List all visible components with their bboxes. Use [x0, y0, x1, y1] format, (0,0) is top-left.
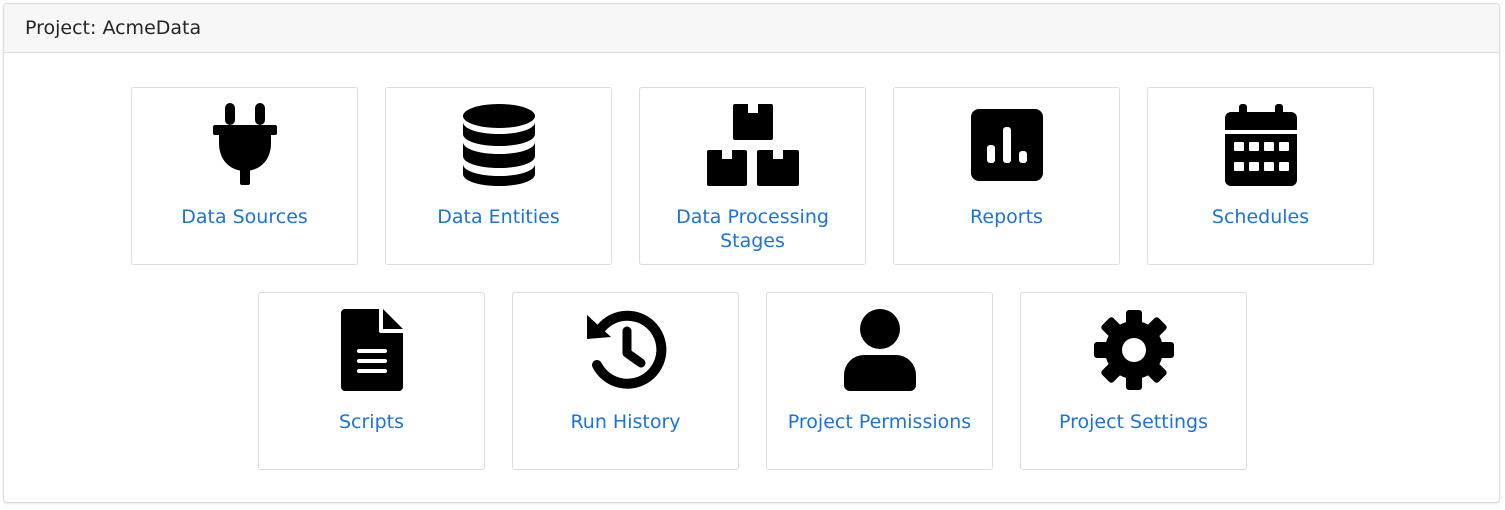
file-lines-icon — [259, 307, 484, 393]
tile-schedules[interactable]: Schedules — [1147, 87, 1374, 265]
tile-data-processing-stages[interactable]: Data Processing Stages — [639, 87, 866, 265]
tile-label: Data Sources — [181, 206, 308, 228]
tile-scripts[interactable]: Scripts — [258, 292, 485, 470]
tile-project-settings[interactable]: Project Settings — [1020, 292, 1247, 470]
gear-icon — [1021, 307, 1246, 393]
tile-label: Project Settings — [1059, 411, 1208, 433]
clock-rotate-left-icon — [513, 307, 738, 393]
tile-label: Data Processing Stages — [676, 206, 829, 252]
project-card: Project: AcmeData Data Sources Data Enti… — [3, 3, 1500, 503]
tile-reports[interactable]: Reports — [893, 87, 1120, 265]
tile-project-permissions[interactable]: Project Permissions — [766, 292, 993, 470]
tile-label: Schedules — [1211, 206, 1310, 228]
tile-label: Scripts — [338, 411, 404, 433]
database-icon — [386, 102, 611, 188]
tile-label: Reports — [970, 206, 1043, 228]
card-header: Project: AcmeData — [4, 4, 1499, 53]
plug-icon — [132, 102, 357, 188]
calendar-icon — [1148, 102, 1373, 188]
tile-label: Data Entities — [437, 206, 560, 228]
chart-square-icon — [894, 102, 1119, 188]
tile-run-history[interactable]: Run History — [512, 292, 739, 470]
boxes-stacked-icon — [640, 102, 865, 188]
tile-data-entities[interactable]: Data Entities — [385, 87, 612, 265]
tile-label: Project Permissions — [787, 411, 972, 433]
tile-label: Run History — [570, 411, 681, 433]
tile-data-sources[interactable]: Data Sources — [131, 87, 358, 265]
user-icon — [767, 307, 992, 393]
page-title: Project: AcmeData — [25, 17, 202, 39]
